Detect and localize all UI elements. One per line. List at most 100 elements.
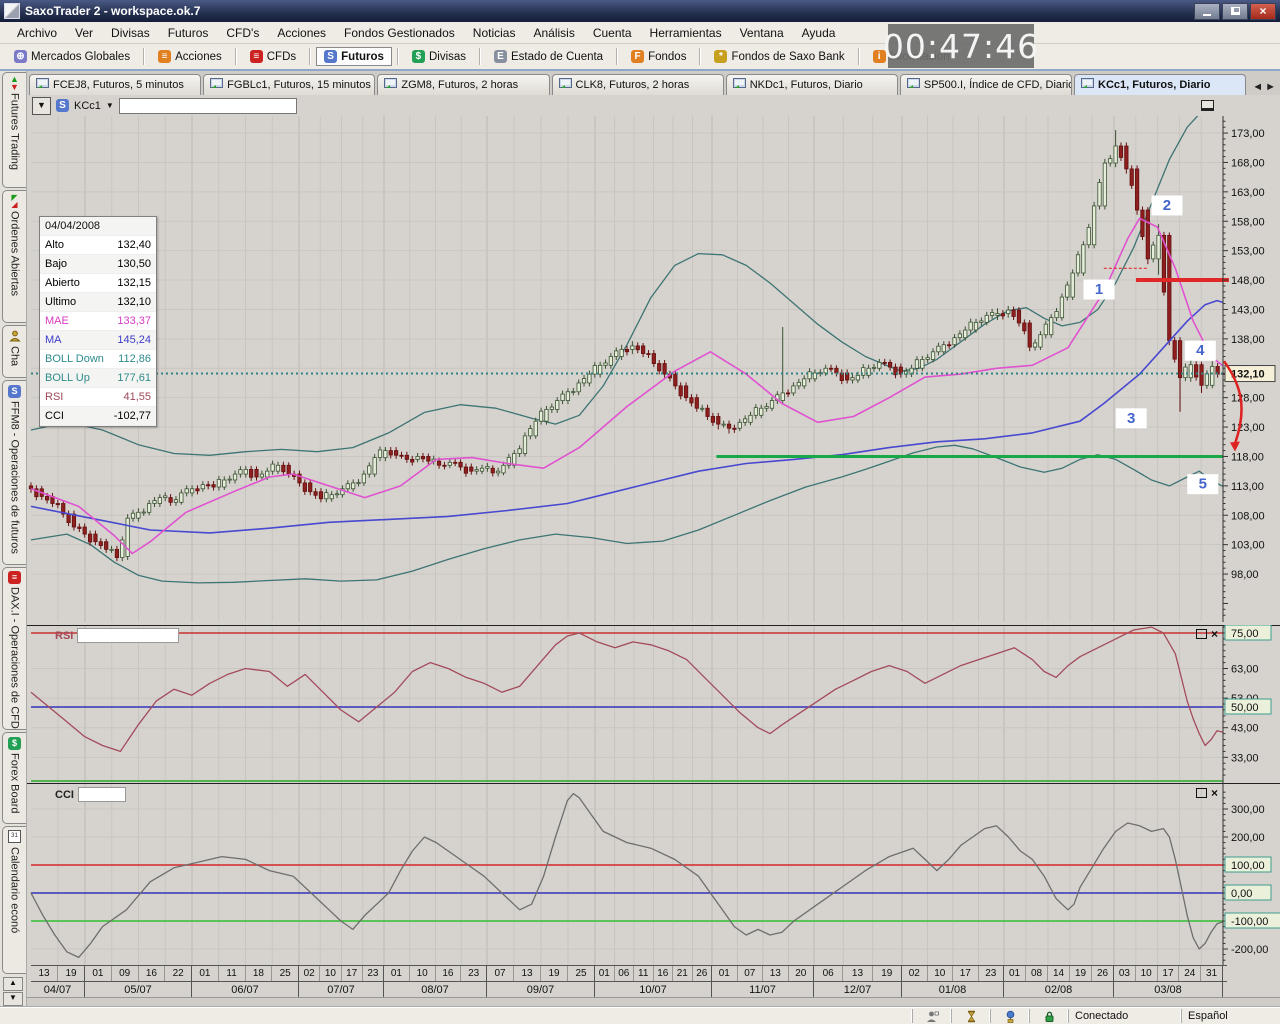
app-icon <box>4 3 20 19</box>
sidebar-item-label: Ordenes Abiertas <box>9 211 21 296</box>
sidebar-item-dax-i-operaciones-de-cfds[interactable]: ≡DAX.I - Operaciones de CFDs <box>2 567 26 730</box>
toolbar-mercados-globales[interactable]: ⊕Mercados Globales <box>6 47 138 66</box>
rsi-close-icon[interactable]: × <box>1211 629 1218 639</box>
rsi-maximize-icon[interactable] <box>1196 629 1207 639</box>
sidebar-item-calendario-econ[interactable]: 31Calendario econó <box>2 826 26 974</box>
date-month-06-07: 06/07 <box>192 982 299 998</box>
tooltip-row-value: 145,24 <box>117 334 151 346</box>
lock-icon <box>1029 1009 1068 1023</box>
toolbar-label-cfds: CFDs <box>267 51 296 63</box>
menu-ventana[interactable]: Ventana <box>731 23 793 43</box>
date-tick: 25 <box>272 966 298 981</box>
toolbar-cfds[interactable]: ≡CFDs <box>242 47 304 66</box>
tab-sp500-i-ndice-de-cfd-diario[interactable]: SP500.I, Índice de CFD, Diario <box>900 74 1072 95</box>
date-tick: 11 <box>634 966 654 981</box>
tab-scroll-right-icon[interactable]: ► <box>1265 81 1276 93</box>
tab-nkdc1-futuros-diario[interactable]: NKDc1, Futuros, Diario <box>726 74 898 95</box>
menu-futuros[interactable]: Futuros <box>159 23 218 43</box>
tab-label: CLK8, Futuros, 2 horas <box>576 79 690 91</box>
menu-an-lisis[interactable]: Análisis <box>524 23 583 43</box>
date-tick: 17 <box>1158 966 1180 981</box>
chart-menu-dropdown[interactable]: ▼ <box>32 97 51 115</box>
sidebar-bottom-buttons: ▲▼ <box>0 975 26 1008</box>
toolbar-separator <box>143 48 145 65</box>
tab-strip: FCEJ8, Futuros, 5 minutos FGBLc1, Futuros… <box>27 71 1280 95</box>
sidebar-item-label: Forex Board <box>9 753 21 814</box>
cci-panel[interactable]: 300,00200,00100,000,00-100,00-200,00 <box>27 783 1280 965</box>
minimize-button[interactable] <box>1194 3 1220 20</box>
date-tick: 17 <box>953 966 979 981</box>
toolbar-label-acciones: Acciones <box>175 51 222 63</box>
menu-ver[interactable]: Ver <box>66 23 102 43</box>
svg-text:0,00: 0,00 <box>1231 888 1252 900</box>
menu-noticias[interactable]: Noticias <box>464 23 525 43</box>
tab-fgblc1-futuros-15-minutos[interactable]: FGBLc1, Futuros, 15 minutos <box>203 74 375 95</box>
date-tick: 03 <box>1114 966 1136 981</box>
instrument-symbol[interactable]: KCc1 <box>74 100 101 112</box>
fx-green-icon: $ <box>7 735 23 751</box>
date-tick: 16 <box>139 966 166 981</box>
stocks-icon: ≡ <box>158 50 171 63</box>
svg-text:163,00: 163,00 <box>1231 187 1265 199</box>
date-tick: 19 <box>58 966 84 981</box>
main-price-chart[interactable]: 173,00168,00163,00158,00153,00148,00143,… <box>27 116 1280 622</box>
tab-label: FGBLc1, Futuros, 15 minutos <box>227 79 371 91</box>
date-days-07-07: 02101723 <box>299 966 384 981</box>
menu-acciones[interactable]: Acciones <box>268 23 335 43</box>
sidebar-dropdown-icon[interactable]: ▼ <box>3 992 23 1006</box>
toolbar-fondos[interactable]: FFondos <box>623 47 694 66</box>
toolbar-futuros[interactable]: S Futuros <box>316 47 392 66</box>
chevron-down-icon[interactable]: ▼ <box>106 101 114 110</box>
toolbar-fondos-de-saxo-bank[interactable]: *Fondos de Saxo Bank <box>706 47 852 66</box>
tab-zgm8-futuros-2-horas[interactable]: ZGM8, Futuros, 2 horas <box>377 74 549 95</box>
futures-icon: S <box>324 50 337 63</box>
sidebar-item-ordenes-abiertas[interactable]: ◤◢Ordenes Abiertas <box>2 190 26 323</box>
menu-cuenta[interactable]: Cuenta <box>584 23 641 43</box>
toolbar-estado-de-cuenta[interactable]: EEstado de Cuenta <box>486 47 611 66</box>
tab-clk8-futuros-2-horas[interactable]: CLK8, Futuros, 2 horas <box>552 74 724 95</box>
toolbar-acciones[interactable]: ≡ Acciones <box>150 47 230 66</box>
sidebar-scroll-up-icon[interactable]: ▲ <box>3 977 23 991</box>
rsi-param-box[interactable] <box>77 628 179 643</box>
cci-close-icon[interactable]: × <box>1211 788 1218 798</box>
date-tick: 19 <box>873 966 901 981</box>
date-tick: 13 <box>763 966 789 981</box>
toolbar-label-futuros: Futuros <box>341 51 384 63</box>
date-tick: 14 <box>1048 966 1070 981</box>
menu-ayuda[interactable]: Ayuda <box>793 23 845 43</box>
toolbar-separator <box>235 48 237 65</box>
menu-cfd-s[interactable]: CFD's <box>217 23 268 43</box>
menu-archivo[interactable]: Archivo <box>8 23 66 43</box>
sidebar-item-label: DAX.I - Operaciones de CFDs <box>9 587 21 729</box>
tab-scroll-left-icon[interactable]: ◄ <box>1252 81 1263 93</box>
tab-fcej8-futuros-5-minutos[interactable]: FCEJ8, Futuros, 5 minutos <box>29 74 201 95</box>
sidebar-item-cha[interactable]: Cha <box>2 325 26 378</box>
toolbar-separator <box>479 48 481 65</box>
date-month-10-07: 10/07 <box>595 982 712 998</box>
rsi-label: RSI <box>55 630 73 642</box>
tooltip-row: Bajo130,50 <box>40 255 156 274</box>
cci-param-box[interactable] <box>78 787 126 802</box>
toolbar-divisas[interactable]: $Divisas <box>404 47 474 66</box>
date-tick: 17 <box>342 966 363 981</box>
sidebar-item-futures-trading[interactable]: ▲▼Futures Trading <box>2 72 26 188</box>
tab-kcc1-futuros-diario[interactable]: KCc1, Futuros, Diario <box>1074 74 1246 95</box>
tooltip-row-value: 41,55 <box>123 391 151 403</box>
chart-restore-icon[interactable] <box>1201 100 1214 111</box>
cci-maximize-icon[interactable] <box>1196 788 1207 798</box>
menu-herramientas[interactable]: Herramientas <box>641 23 731 43</box>
date-month-11-07: 11/07 <box>712 982 814 998</box>
tooltip-row-value: 133,37 <box>117 315 151 327</box>
tooltip-row-label: Abierto <box>45 277 80 289</box>
sidebar-item-forex-board[interactable]: $ Forex Board <box>2 732 26 823</box>
restore-button[interactable] <box>1222 3 1248 20</box>
language-indicator: Español <box>1181 1009 1280 1023</box>
chart-tab-icon <box>907 78 920 92</box>
menu-divisas[interactable]: Divisas <box>102 23 159 43</box>
sidebar-item-ffm8-operaciones-de-futuros[interactable]: SFFM8 - Operaciones de futuros <box>2 380 26 564</box>
close-button[interactable]: × <box>1250 3 1276 20</box>
rsi-panel[interactable]: 75,0063,0053,0050,0043,0033,00 <box>27 625 1280 783</box>
menu-fondos-gestionados[interactable]: Fondos Gestionados <box>335 23 464 43</box>
symbol-input[interactable] <box>119 98 297 114</box>
tooltip-row: MAE133,37 <box>40 312 156 331</box>
